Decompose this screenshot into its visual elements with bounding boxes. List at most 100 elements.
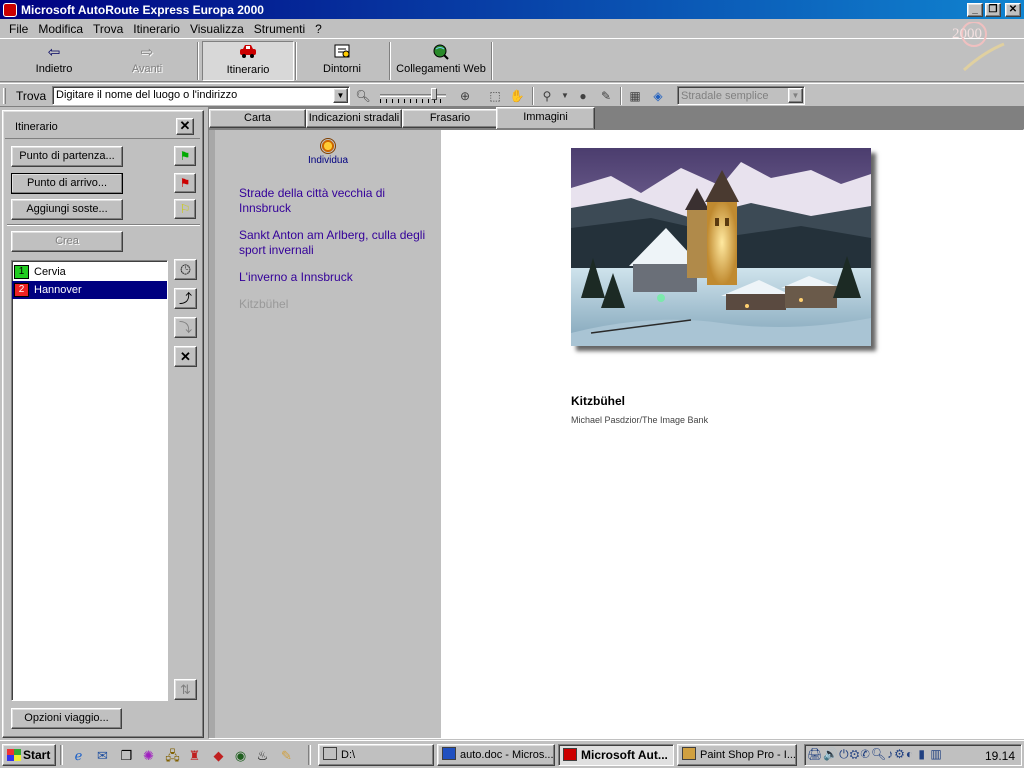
topic-link[interactable]: Strade della città vecchia di Innsbruck (239, 186, 429, 216)
back-button[interactable]: ⇦ Indietro (6, 41, 102, 81)
start-point-button[interactable]: Punto di partenza... (11, 146, 123, 167)
menu-help[interactable]: ? (310, 22, 327, 36)
paintshop-icon (682, 747, 696, 760)
start-label: Start (23, 748, 51, 762)
drive-icon (323, 747, 337, 760)
yellow-flag-icon[interactable]: ⚐ (174, 199, 196, 219)
map-style-select[interactable]: Stradale semplice ▼ (677, 86, 805, 105)
weblinks-button[interactable]: Collegamenti Web (392, 41, 490, 81)
menu-visualizza[interactable]: Visualizza (185, 22, 249, 36)
locate-label: Individua (307, 155, 349, 166)
move-up-icon[interactable]: ⤴ (174, 288, 197, 309)
delete-stop-icon[interactable]: ✕ (174, 346, 197, 367)
close-panel-button[interactable]: ✕ (176, 118, 194, 135)
task-label: Microsoft Aut... (581, 748, 668, 762)
tab-immagini[interactable]: Immagini (496, 107, 595, 129)
tab-strip: Carta Indicazioni stradali Frasario Imma… (208, 107, 1024, 129)
find-input[interactable]: Digitare il nome del luogo o l'indirizzo… (52, 86, 350, 105)
task-button-word[interactable]: auto.doc - Micros... (437, 744, 555, 766)
dropdown-arrow-icon[interactable]: ▼ (333, 88, 348, 103)
task-button-autoroute[interactable]: Microsoft Aut... (558, 744, 674, 766)
forward-label: Avanti (131, 63, 163, 75)
weblinks-label: Collegamenti Web (396, 63, 486, 75)
tray-icons[interactable]: 🖨︎🔊⏻⚙✆🔍︎♪⚙◐ ▮ ▥ (807, 747, 943, 762)
tab-carta[interactable]: Carta (209, 109, 306, 128)
clock-icon[interactable]: 🕒︎ (174, 259, 197, 280)
topic-link[interactable]: L'inverno a Innsbruck (239, 270, 429, 285)
tool-icon[interactable]: ♨ (254, 747, 271, 764)
minimize-button[interactable]: _ (967, 2, 983, 17)
itinerary-button[interactable]: Itinerario (202, 41, 294, 81)
red-flag-icon[interactable]: ⚑ (174, 173, 196, 193)
reverse-order-icon[interactable]: ⇅ (174, 679, 197, 700)
task-label: auto.doc - Micros... (460, 749, 554, 761)
nearby-label: Dintorni (323, 63, 361, 75)
zoom-out-icon[interactable]: 🔍︎ (354, 87, 372, 105)
task-button-paintshop[interactable]: Paint Shop Pro - I... (677, 744, 797, 766)
legend-icon[interactable]: ▦ (626, 87, 644, 105)
nearby-icon (333, 43, 351, 63)
globe-search-icon (432, 43, 450, 63)
itinerary-label: Itinerario (226, 64, 270, 76)
toolbar-grip (3, 88, 6, 104)
content-pane: Individua Strade della città vecchia di … (208, 129, 1024, 739)
network-icon[interactable]: 🖧︎ (164, 747, 181, 764)
media-icon[interactable]: ◆ (210, 747, 227, 764)
pushpin-icon[interactable]: ⚲ (538, 87, 556, 105)
trip-options-button[interactable]: Opzioni viaggio... (11, 708, 122, 729)
close-button[interactable]: ✕ (1005, 2, 1021, 17)
circle-tool-icon[interactable]: ● (574, 87, 592, 105)
app-quicklaunch-icon[interactable]: ♜ (186, 747, 203, 764)
channel-icon[interactable]: ✺ (140, 747, 157, 764)
zoom-thumb[interactable] (431, 88, 437, 100)
menu-file[interactable]: File (4, 22, 33, 36)
menu-modifica[interactable]: Modifica (33, 22, 88, 36)
create-route-button[interactable]: Crea (11, 231, 123, 252)
list-item[interactable]: 1 Cervia (12, 263, 167, 281)
menu-itinerario[interactable]: Itinerario (128, 22, 185, 36)
pushpin-dropdown-icon[interactable]: ▼ (556, 87, 574, 105)
stops-list[interactable]: 1 Cervia 2 Hannover (11, 260, 168, 701)
list-item[interactable]: 2 Hannover (12, 281, 167, 299)
windows-logo-icon: 2000 (944, 21, 1016, 72)
add-stops-button[interactable]: Aggiungi soste... (11, 199, 123, 220)
zoom-in-icon[interactable]: ⊕ (456, 87, 474, 105)
dropdown-arrow-icon[interactable]: ▼ (788, 88, 803, 103)
locate-button[interactable]: Individua (303, 138, 353, 166)
app-icon (3, 2, 17, 17)
topic-link-current: Kitzbühel (239, 297, 289, 311)
internet-explorer-icon[interactable]: ℯ (70, 747, 87, 764)
start-button[interactable]: Start (2, 744, 56, 766)
clock: 19.14 (984, 749, 1015, 763)
forward-button[interactable]: ⇨ Avanti (102, 41, 192, 81)
find-label: Trova (16, 89, 47, 103)
menu-trova[interactable]: Trova (88, 22, 128, 36)
tab-frasario[interactable]: Frasario (402, 109, 498, 128)
cd-player-icon[interactable]: ◉ (232, 747, 249, 764)
green-flag-icon[interactable]: ⚑ (174, 146, 196, 166)
restore-button[interactable]: ❐ (985, 2, 1001, 17)
topic-link[interactable]: Sankt Anton am Arlberg, culla degli spor… (239, 228, 429, 258)
nearby-button[interactable]: Dintorni (298, 41, 386, 81)
zoom-slider[interactable] (380, 88, 450, 104)
select-tool-icon[interactable]: ⬚ (486, 87, 504, 105)
move-down-icon[interactable]: ⤵ (174, 317, 197, 338)
stop-name: Hannover (34, 284, 82, 296)
paint-icon[interactable]: ✎ (278, 747, 295, 764)
autoroute-icon (563, 748, 577, 761)
highlighter-icon[interactable]: ✎ (597, 87, 615, 105)
toolbar-separator (620, 87, 622, 105)
tab-indicazioni[interactable]: Indicazioni stradali (306, 109, 402, 128)
shell-icon[interactable]: ❒ (118, 747, 135, 764)
overview-map-icon[interactable]: ◈ (649, 87, 667, 105)
map-style-value: Stradale semplice (681, 90, 769, 102)
outlook-icon[interactable]: ✉ (94, 747, 111, 764)
end-point-button[interactable]: Punto di arrivo... (11, 173, 123, 194)
task-button-drive[interactable]: D:\ (318, 744, 434, 766)
menu-strumenti[interactable]: Strumenti (249, 22, 310, 36)
hand-tool-icon[interactable]: ✋ (508, 87, 526, 105)
taskbar-separator (308, 745, 311, 765)
svg-text:2000: 2000 (952, 26, 982, 42)
windows-flag-icon (7, 749, 21, 761)
kitzbuhel-photo (571, 148, 871, 346)
